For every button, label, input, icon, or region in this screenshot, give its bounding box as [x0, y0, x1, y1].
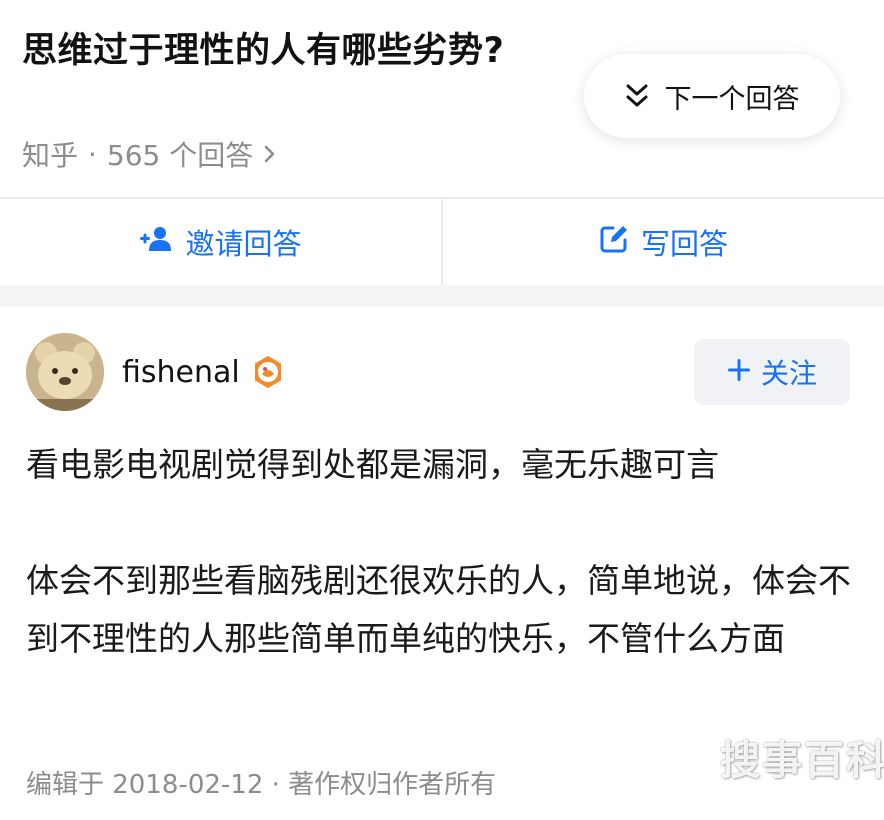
- next-answer-label: 下一个回答: [664, 83, 800, 115]
- action-bar: 邀请回答 写回答: [0, 199, 884, 285]
- add-person-icon: [139, 225, 173, 260]
- follow-label: 关注: [760, 357, 817, 390]
- answer-count: 565 个回答: [106, 139, 254, 172]
- creator-badge-icon: [250, 354, 286, 390]
- answer-footer: 编辑于 2018-02-12 · 著作权归作者所有: [26, 770, 497, 800]
- plus-icon: [727, 356, 751, 389]
- write-answer-label: 写回答: [640, 227, 728, 261]
- answer-paragraph: 体会不到那些看脑残剧还很欢乐的人，简单地说，体会不到不理性的人那些简单而单纯的快…: [26, 561, 851, 658]
- follow-button[interactable]: 关注: [694, 339, 850, 405]
- edit-icon: [599, 224, 629, 261]
- author-name[interactable]: fishenal: [122, 355, 240, 390]
- invite-answer-button[interactable]: 邀请回答: [0, 199, 441, 285]
- answer-content: 看电影电视剧觉得到处都是漏洞，毫无乐趣可言 体会不到那些看脑残剧还很欢乐的人，简…: [26, 436, 856, 668]
- double-chevron-down-icon: [625, 83, 649, 109]
- question-meta[interactable]: 知乎 · 565 个回答: [22, 134, 277, 174]
- watermark-logo: 搜事百科: [720, 738, 884, 784]
- avatar[interactable]: [26, 333, 104, 411]
- next-answer-button[interactable]: 下一个回答: [584, 54, 840, 138]
- section-gap: [0, 285, 884, 307]
- question-title: 思维过于理性的人有哪些劣势?: [22, 31, 505, 71]
- invite-answer-label: 邀请回答: [185, 227, 302, 261]
- chevron-right-icon: [263, 143, 277, 165]
- source-label: 知乎: [22, 139, 79, 172]
- write-answer-button[interactable]: 写回答: [443, 199, 884, 285]
- meta-separator: ·: [88, 137, 97, 171]
- answer-paragraph: 看电影电视剧觉得到处都是漏洞，毫无乐趣可言: [26, 445, 719, 484]
